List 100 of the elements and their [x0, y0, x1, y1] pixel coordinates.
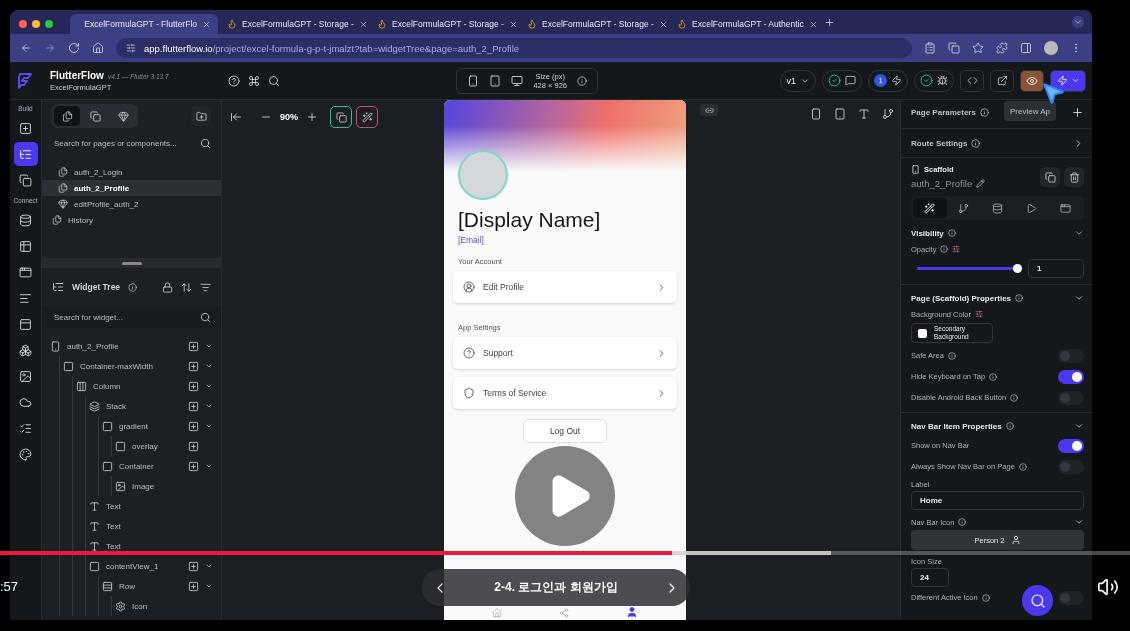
home-icon[interactable] [92, 42, 104, 54]
search-icon[interactable] [268, 74, 280, 87]
tablet-icon[interactable] [489, 74, 502, 87]
tree-item-label[interactable]: Text [106, 541, 199, 551]
overlay-button[interactable] [356, 106, 378, 128]
code-button[interactable] [960, 69, 984, 92]
number-field[interactable]: 24 [911, 568, 949, 587]
profile-avatar[interactable] [1044, 41, 1058, 55]
add-child-icon[interactable] [188, 420, 199, 432]
expand-icon[interactable] [181, 281, 192, 293]
page-search-field[interactable]: Search for pages or components... [42, 132, 221, 154]
command-icon[interactable] [248, 74, 260, 87]
desktop-icon[interactable] [511, 74, 524, 87]
add-child-icon[interactable] [188, 340, 199, 352]
text-field[interactable]: Home [911, 491, 1084, 510]
address-field[interactable]: app.flutterflow.io/project/excel-formula-g-p-t-jmalzt?tab=widgetTree&page=auth_2_Profile [116, 38, 912, 58]
collapse-icon[interactable] [230, 111, 242, 123]
toggle-switch[interactable] [1058, 438, 1084, 453]
tree-item-label[interactable]: Container [119, 461, 182, 471]
tree-item-label[interactable]: Text [106, 501, 199, 511]
rail-button[interactable] [13, 142, 38, 166]
logout-button[interactable]: Log Out [523, 419, 607, 443]
browser-tab[interactable]: ExcelFormulaGPT - Storage - [520, 14, 668, 34]
chevron-down-icon[interactable] [1074, 228, 1084, 238]
phone-icon[interactable] [810, 108, 822, 120]
page-list-item[interactable]: auth_2_Login [42, 164, 221, 180]
caret-icon[interactable] [205, 362, 213, 370]
add-child-icon[interactable] [188, 360, 199, 372]
browser-tab[interactable]: ExcelFormulaGPT - FlutterFlo [70, 14, 218, 34]
settings-row[interactable]: Terms of Service [453, 377, 677, 409]
new-folder-button[interactable] [191, 106, 211, 126]
help-icon[interactable] [228, 74, 240, 87]
duplicate-button[interactable] [1040, 167, 1060, 187]
open-external-button[interactable] [990, 69, 1014, 92]
resize-handle[interactable] [42, 258, 221, 268]
toggle-switch[interactable] [1058, 348, 1084, 363]
chevron-down-icon[interactable] [1074, 293, 1084, 303]
add-child-icon[interactable] [188, 560, 199, 572]
phone-icon[interactable] [467, 74, 480, 87]
toggle-switch[interactable] [1058, 369, 1084, 384]
caret-icon[interactable] [205, 342, 213, 350]
caret-icon[interactable] [205, 582, 213, 590]
lock-icon[interactable] [162, 281, 173, 293]
toggle-switch[interactable] [1058, 459, 1084, 474]
browser-tab[interactable]: ExcelFormulaGPT - Authentic [670, 14, 818, 34]
new-tab-icon[interactable] [824, 16, 835, 28]
add-child-icon[interactable] [188, 380, 199, 392]
site-settings-icon[interactable] [126, 43, 136, 53]
settings-row[interactable]: Edit Profile [453, 271, 677, 303]
toggle-switch[interactable] [1058, 590, 1084, 605]
link-button[interactable] [700, 104, 718, 116]
browser-tab[interactable]: ExcelFormulaGPT - Storage - [370, 14, 518, 34]
caret-icon[interactable] [205, 562, 213, 570]
side-panel-icon[interactable] [1020, 42, 1032, 54]
extensions-icon[interactable] [996, 42, 1008, 54]
copy-icon[interactable] [948, 42, 960, 54]
close-icon[interactable] [658, 19, 668, 29]
branch-icon[interactable] [882, 108, 894, 120]
tree-item-label[interactable]: contentView_1 [106, 561, 182, 571]
zoom-in-icon[interactable] [306, 111, 318, 123]
fit-button[interactable] [330, 106, 352, 128]
tree-item-label[interactable]: Stack [106, 401, 182, 411]
filter-icon[interactable] [200, 281, 211, 293]
close-icon[interactable] [202, 19, 211, 29]
tree-item-label[interactable]: Container-maxWidth [80, 361, 182, 371]
close-icon[interactable] [358, 19, 368, 29]
add-child-icon[interactable] [188, 460, 199, 472]
tree-item-label[interactable]: Icon [132, 601, 199, 611]
tree-item-label[interactable]: Text [106, 521, 199, 531]
clipboard-icon[interactable] [924, 42, 936, 54]
pages-tab[interactable] [54, 106, 80, 126]
caret-icon[interactable] [205, 462, 213, 470]
edit-icon[interactable] [976, 179, 986, 188]
tablet-icon[interactable] [834, 108, 846, 120]
page-list-item[interactable]: History [42, 212, 221, 228]
settings-row[interactable]: Support [453, 337, 677, 369]
close-icon[interactable] [808, 19, 818, 29]
chevron-down-icon[interactable] [1074, 517, 1084, 527]
caret-icon[interactable] [205, 402, 213, 410]
person-icon[interactable] [625, 606, 638, 618]
volume-icon[interactable] [1097, 576, 1119, 598]
chapter-bar[interactable]: 2-4. 로그인과 회원가입 [422, 569, 690, 606]
slider-thumb[interactable] [1013, 263, 1022, 273]
browser-tab[interactable]: ExcelFormulaGPT - Storage - [220, 14, 368, 34]
chevron-down-icon[interactable] [1074, 421, 1084, 431]
back-icon[interactable] [20, 42, 32, 54]
tree-item-label[interactable]: Column [93, 381, 182, 391]
tree-item-label[interactable]: Row [119, 581, 182, 591]
add-icon[interactable] [1071, 105, 1084, 119]
close-icon[interactable] [508, 19, 518, 29]
add-child-icon[interactable] [188, 440, 199, 452]
tree-item-label[interactable]: auth_2_Profile [67, 341, 182, 351]
add-child-icon[interactable] [188, 580, 199, 592]
reload-icon[interactable] [68, 42, 80, 54]
page-list-item[interactable]: auth_2_Profile [42, 180, 221, 196]
delete-button[interactable] [1064, 167, 1084, 187]
add-child-icon[interactable] [188, 400, 199, 412]
progress-track[interactable] [0, 551, 1130, 555]
page-list-item[interactable]: editProfile_auth_2 [42, 196, 221, 212]
property-tab[interactable] [913, 198, 947, 218]
